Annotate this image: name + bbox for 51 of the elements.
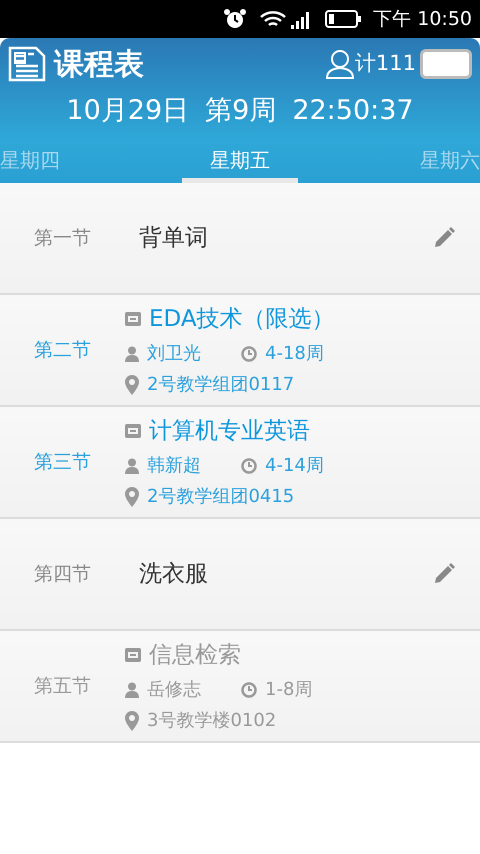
user-icon[interactable] <box>324 49 355 79</box>
course-name: 信息检索 <box>149 640 241 670</box>
card-icon <box>125 312 141 326</box>
person-icon <box>125 346 139 362</box>
period-label: 第四节 <box>33 562 92 587</box>
period-label: 第二节 <box>33 338 92 363</box>
clock-icon <box>241 458 257 474</box>
blank-box <box>420 49 472 79</box>
pencil-icon[interactable] <box>432 562 456 586</box>
note-text: 洗衣服 <box>139 560 208 589</box>
week-range: 4-14周 <box>265 454 324 478</box>
location-pin-icon <box>125 710 139 731</box>
classroom: 3号教学楼0102 <box>147 709 276 734</box>
status-time: 下午 10:50 <box>373 6 472 32</box>
location-pin-icon <box>125 486 139 507</box>
location-pin-icon <box>125 374 139 395</box>
day-tab[interactable]: 星期四 <box>0 145 116 183</box>
course-name: 计算机专业英语 <box>149 416 310 446</box>
clock-icon <box>241 682 257 698</box>
period-row[interactable]: 第五节 信息检索 岳修志 1-8周 3号教学楼0102 <box>0 631 480 743</box>
pencil-icon[interactable] <box>432 226 456 250</box>
clock-icon <box>241 346 257 362</box>
person-icon <box>125 682 139 698</box>
day-tab[interactable]: 星期六 <box>364 145 480 183</box>
note-text: 背单词 <box>139 224 208 253</box>
period-label: 第三节 <box>33 450 92 475</box>
card-icon <box>125 648 141 662</box>
teacher-name: 韩新超 <box>147 454 202 478</box>
week-range: 1-8周 <box>265 678 312 702</box>
classroom: 2号教学组团0117 <box>147 373 294 398</box>
week-text: 第9周 <box>205 94 276 128</box>
period-label: 第五节 <box>33 674 92 699</box>
period-row[interactable]: 第一节 背单词 <box>0 183 480 295</box>
classroom: 2号教学组团0415 <box>147 485 294 510</box>
period-label: 第一节 <box>33 226 92 251</box>
course-name: EDA技术（限选） <box>149 304 335 334</box>
user-name[interactable]: 计111 <box>354 48 416 80</box>
teacher-name: 岳修志 <box>147 678 202 702</box>
period-row[interactable]: 第四节 洗衣服 <box>0 519 480 631</box>
person-icon <box>125 458 139 474</box>
period-row[interactable]: 第三节 计算机专业英语 韩新超 4-14周 2号教学组团0415 <box>0 407 480 519</box>
teacher-name: 刘卫光 <box>147 342 202 366</box>
document-icon <box>8 46 46 82</box>
week-range: 4-18周 <box>265 342 324 366</box>
date-text: 10月29日 <box>66 94 190 128</box>
clock-text: 22:50:37 <box>292 94 414 128</box>
app-title: 课程表 <box>54 46 144 84</box>
alarm-icon <box>223 8 248 30</box>
period-row[interactable]: 第二节 EDA技术（限选） 刘卫光 4-18周 2号教学组团0117 <box>0 295 480 407</box>
card-icon <box>125 424 141 438</box>
battery-icon <box>325 10 362 28</box>
